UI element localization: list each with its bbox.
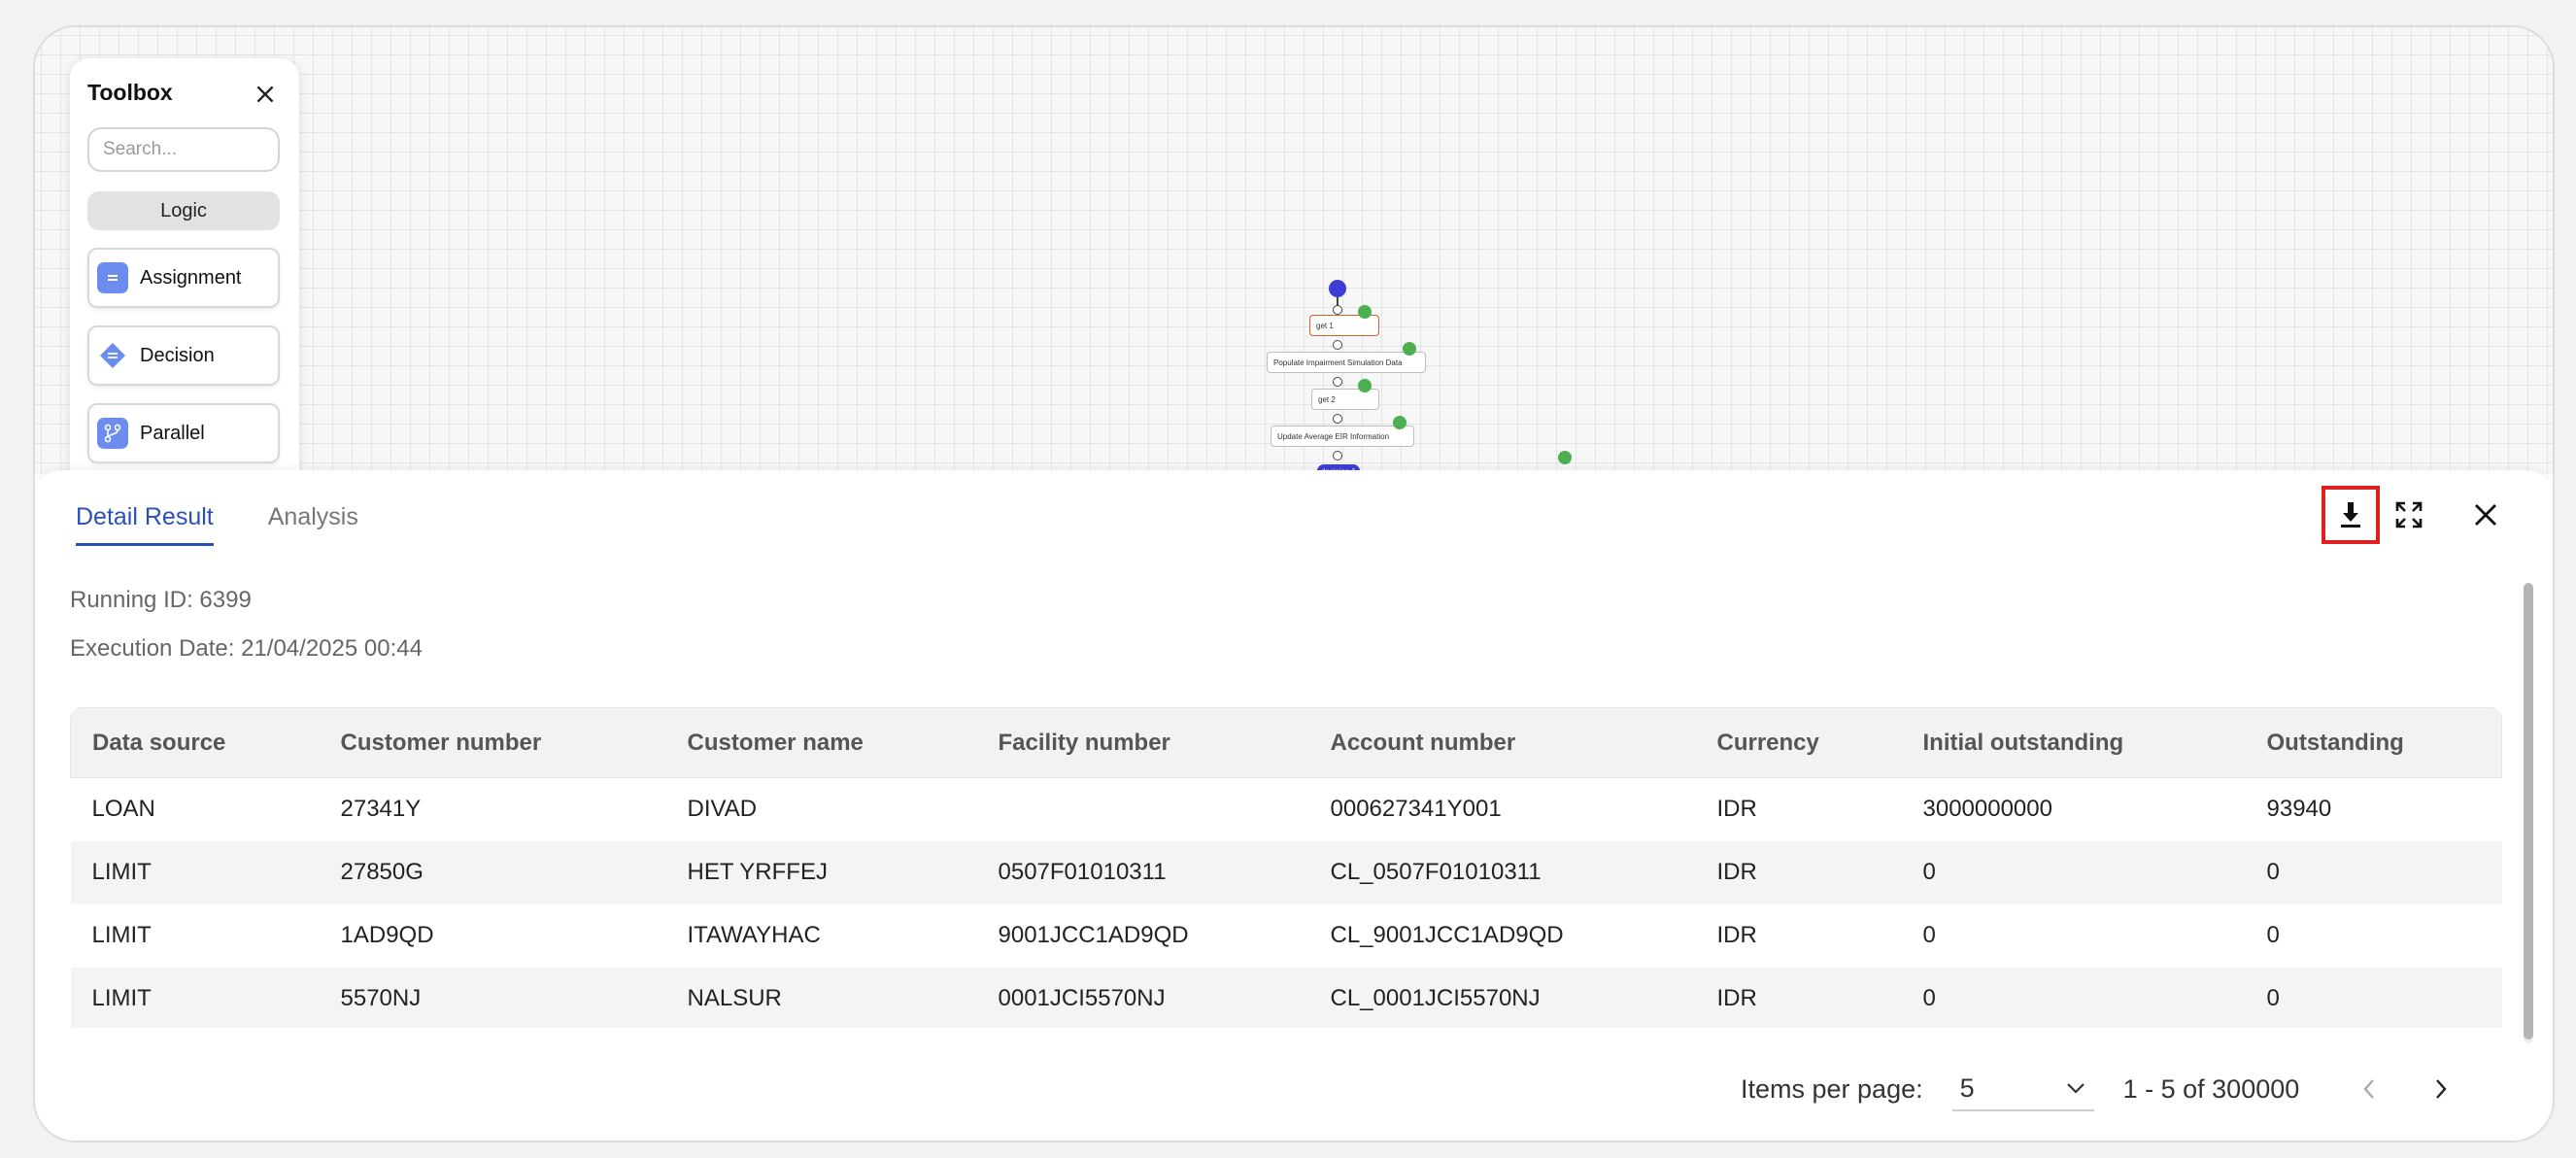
pagination: Items per page: 5 1 - 5 of 300000 [1741,1067,2466,1111]
table-cell: 0 [1922,859,1936,885]
page-range: 1 - 5 of 300000 [2122,1073,2300,1104]
items-per-page-select[interactable]: 5 [1951,1067,2094,1111]
table-row: LIMIT 1AD9QD ITAWAYHAC 9001JCC1AD9QD CL_… [71,904,2502,968]
table-cell: 0507F01010311 [998,859,1167,885]
app-frame: get 1 Populate Impairment Simulation Dat… [33,25,2555,1142]
table-cell: 93940 [2266,796,2332,823]
scrollbar-thumb[interactable] [2524,583,2533,1039]
table-cell: 3000000000 [1922,796,2052,823]
tool-parallel[interactable]: Parallel [87,403,280,463]
close-panel-button[interactable] [2457,486,2515,544]
next-page-button[interactable] [2416,1067,2466,1111]
success-check-icon [1558,451,1572,464]
table-scrollbar[interactable] [2524,583,2533,1043]
expand-button[interactable] [2380,486,2438,544]
category-logic[interactable]: Logic [87,191,280,230]
column-header: Customer number [340,729,542,756]
flow-node-populate[interactable]: Populate Impairment Simulation Data [1267,352,1426,373]
chevron-left-icon [2363,1079,2375,1099]
table-cell: CL_0507F01010311 [1330,859,1542,885]
close-icon[interactable] [253,82,278,107]
table-cell: IDR [1716,922,1757,948]
column-header: Customer name [687,729,864,756]
table-cell: IDR [1716,796,1757,823]
table-row: LIMIT 27850G HET YRFFEJ 0507F01010311 CL… [70,840,2502,904]
toolbox-panel: Toolbox Logic Assignment Decision [70,58,299,505]
column-header: Data source [92,729,226,756]
table-cell: LIMIT [91,922,152,948]
table-cell: CL_9001JCC1AD9QD [1330,922,1564,948]
prev-page-button[interactable] [2344,1067,2394,1111]
flow-node-get2[interactable]: get 2 [1311,389,1379,410]
column-header: Account number [1330,729,1516,756]
table-cell: CL_0001JCI5570NJ [1330,985,1541,1011]
running-id: Running ID: 6399 [70,587,252,613]
table-cell: 0 [2266,922,2280,948]
table-cell: 0 [2266,985,2280,1011]
success-check-icon [1403,342,1416,356]
table-row: LOAN 27341Y DIVAD 000627341Y001 IDR 3000… [71,778,2502,841]
result-tabs: Detail Result Analysis [76,503,358,546]
table-cell: 000627341Y001 [1330,796,1502,823]
table-cell: 5570NJ [340,985,422,1011]
table-cell: ITAWAYHAC [687,922,821,948]
table-cell: 9001JCC1AD9QD [998,922,1189,948]
table-cell [977,778,1309,841]
download-button[interactable] [2322,486,2380,544]
result-panel: Detail Result Analysis Running ID: 6399 … [35,470,2553,1141]
column-header: Currency [1716,729,1819,756]
success-check-icon [1358,305,1372,319]
table-cell: 1AD9QD [340,922,434,948]
column-header: Outstanding [2266,729,2404,756]
assignment-icon [97,262,128,293]
parallel-icon [97,418,128,449]
result-table: Data source Customer number Customer nam… [70,707,2502,1028]
table-cell: HET YRFFEJ [687,859,828,885]
table-cell: DIVAD [687,796,758,823]
expand-icon [2395,501,2423,528]
tool-decision[interactable]: Decision [87,325,280,386]
table-cell: LOAN [91,796,155,823]
table-row: LIMIT 5570NJ NALSUR 0001JCI5570NJ CL_000… [70,967,2502,1028]
download-icon [2341,502,2360,528]
table-cell: 0 [1922,985,1936,1011]
toolbox-search-input[interactable] [87,127,280,172]
success-check-icon [1393,416,1407,429]
table-cell: LIMIT [91,985,152,1011]
flow-diagram: get 1 Populate Impairment Simulation Dat… [1103,251,1609,484]
table-cell: 0 [1922,922,1936,948]
table-cell: 27341Y [340,796,422,823]
flow-canvas[interactable]: get 1 Populate Impairment Simulation Dat… [35,27,2553,505]
table-cell: LIMIT [91,859,152,885]
table-cell: IDR [1716,985,1757,1011]
column-header: Initial outstanding [1922,729,2124,756]
execution-date: Execution Date: 21/04/2025 00:44 [70,635,423,662]
decision-icon [97,340,128,371]
flow-node-get1[interactable]: get 1 [1309,315,1379,336]
table-cell: 0 [2266,859,2280,885]
flow-node-update[interactable]: Update Average EIR Information [1271,426,1414,447]
table-header-row: Data source Customer number Customer nam… [70,707,2502,778]
chevron-right-icon [2436,1079,2447,1099]
start-node-icon[interactable] [1329,280,1346,297]
table-cell: IDR [1716,859,1757,885]
tab-analysis[interactable]: Analysis [268,503,358,546]
table-cell: 0001JCI5570NJ [998,985,1166,1011]
column-header: Facility number [998,729,1170,756]
items-per-page-label: Items per page: [1741,1073,1923,1104]
tool-assignment[interactable]: Assignment [87,248,280,308]
close-icon [2475,504,2496,526]
chevron-down-icon [2066,1083,2085,1094]
success-check-icon [1358,379,1372,392]
table-cell: 27850G [340,859,424,885]
tab-detail-result[interactable]: Detail Result [76,503,214,546]
table-cell: NALSUR [687,985,782,1011]
